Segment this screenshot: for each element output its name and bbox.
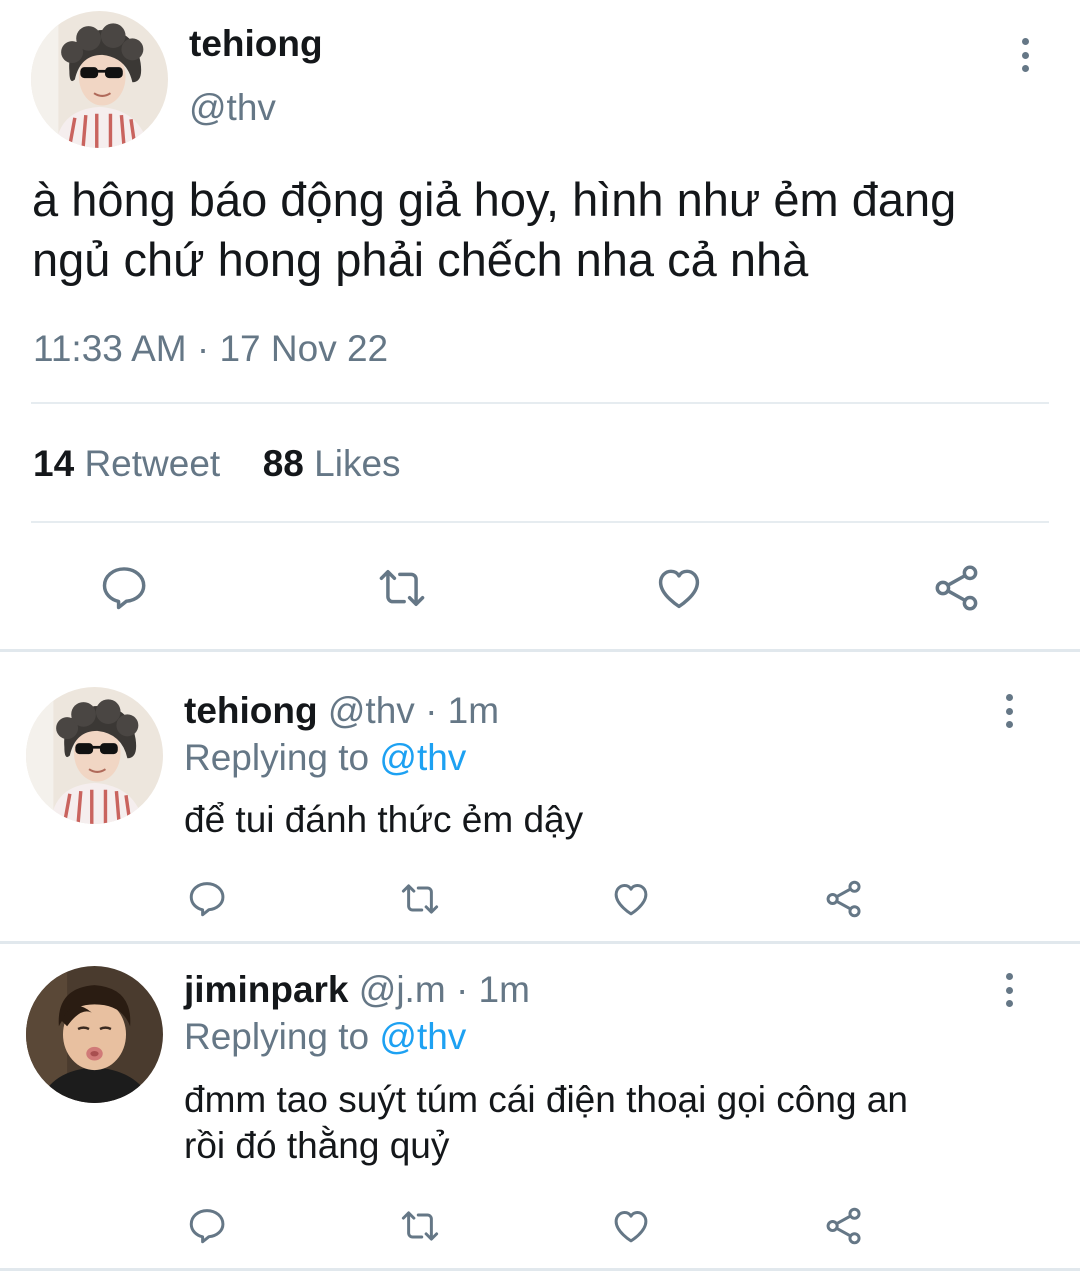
retweet-count: 14 — [33, 443, 75, 484]
retweet-icon[interactable] — [396, 1205, 444, 1247]
section-divider — [0, 649, 1080, 652]
reply-icon[interactable] — [186, 1205, 228, 1247]
author-name[interactable]: tehiong — [184, 690, 318, 731]
reply-icon[interactable] — [186, 878, 228, 920]
tweet-text-line: ngủ chứ hong phải chếch nha cả nhà — [32, 233, 809, 286]
avatar[interactable] — [26, 687, 163, 824]
heart-icon[interactable] — [652, 562, 706, 614]
author-name[interactable]: jiminpark — [184, 969, 349, 1010]
replying-to: Replying to @thv — [184, 736, 466, 780]
share-icon[interactable] — [822, 878, 866, 920]
tweet-stats: 14 Retweet 88 Likes — [33, 442, 401, 486]
avatar[interactable] — [31, 11, 168, 148]
more-vertical-icon[interactable] — [1019, 38, 1031, 72]
replying-to-handle[interactable]: @thv — [379, 1016, 466, 1057]
author-handle[interactable]: @j.m — [359, 969, 446, 1010]
replying-to-label: Replying to — [184, 737, 370, 778]
reply-time: · 1m — [455, 969, 530, 1010]
reply-text-line: đmm tao suýt túm cái điện thoại gọi công… — [184, 1079, 908, 1120]
section-divider — [0, 1268, 1080, 1271]
tweet-text: à hông báo động giả hoy, hình như ẻm đan… — [32, 170, 956, 290]
reply-header: jiminpark @j.m · 1m — [184, 968, 530, 1012]
reply-text: đmm tao suýt túm cái điện thoại gọi công… — [184, 1077, 908, 1169]
replying-to: Replying to @thv — [184, 1015, 466, 1059]
share-icon[interactable] — [822, 1205, 866, 1247]
like-stat[interactable]: 88 Likes — [263, 443, 401, 484]
like-count: 88 — [262, 443, 304, 484]
reply-header: tehiong @thv · 1m — [184, 689, 499, 733]
more-vertical-icon[interactable] — [1003, 694, 1015, 728]
reply-time: · 1m — [425, 690, 500, 731]
retweet-icon[interactable] — [396, 878, 444, 920]
section-divider — [0, 941, 1080, 944]
author-handle[interactable]: @thv — [328, 690, 415, 731]
divider — [31, 521, 1049, 523]
reply-text: để tui đánh thức ẻm dậy — [184, 798, 583, 842]
replying-to-label: Replying to — [184, 1016, 370, 1057]
reply-text-line: rồi đó thằng quỷ — [184, 1125, 450, 1166]
heart-icon[interactable] — [609, 1205, 653, 1247]
tweet-timestamp[interactable]: 11:33 AM · 17 Nov 22 — [33, 327, 388, 371]
tweet-text-line: à hông báo động giả hoy, hình như ẻm đan… — [32, 173, 957, 226]
divider — [31, 402, 1049, 404]
share-icon[interactable] — [930, 562, 984, 614]
reply-icon[interactable] — [98, 562, 150, 614]
heart-icon[interactable] — [609, 878, 653, 920]
reply-text-line: để tui đánh thức ẻm dậy — [184, 799, 584, 840]
replying-to-handle[interactable]: @thv — [379, 737, 466, 778]
author-handle[interactable]: @thv — [189, 86, 276, 130]
retweet-label: Retweet — [84, 443, 221, 484]
avatar[interactable] — [26, 966, 163, 1103]
retweet-stat[interactable]: 14 Retweet — [33, 443, 230, 484]
retweet-icon[interactable] — [372, 562, 432, 614]
author-name[interactable]: tehiong — [189, 22, 323, 66]
more-vertical-icon[interactable] — [1003, 973, 1015, 1007]
like-label: Likes — [314, 443, 401, 484]
